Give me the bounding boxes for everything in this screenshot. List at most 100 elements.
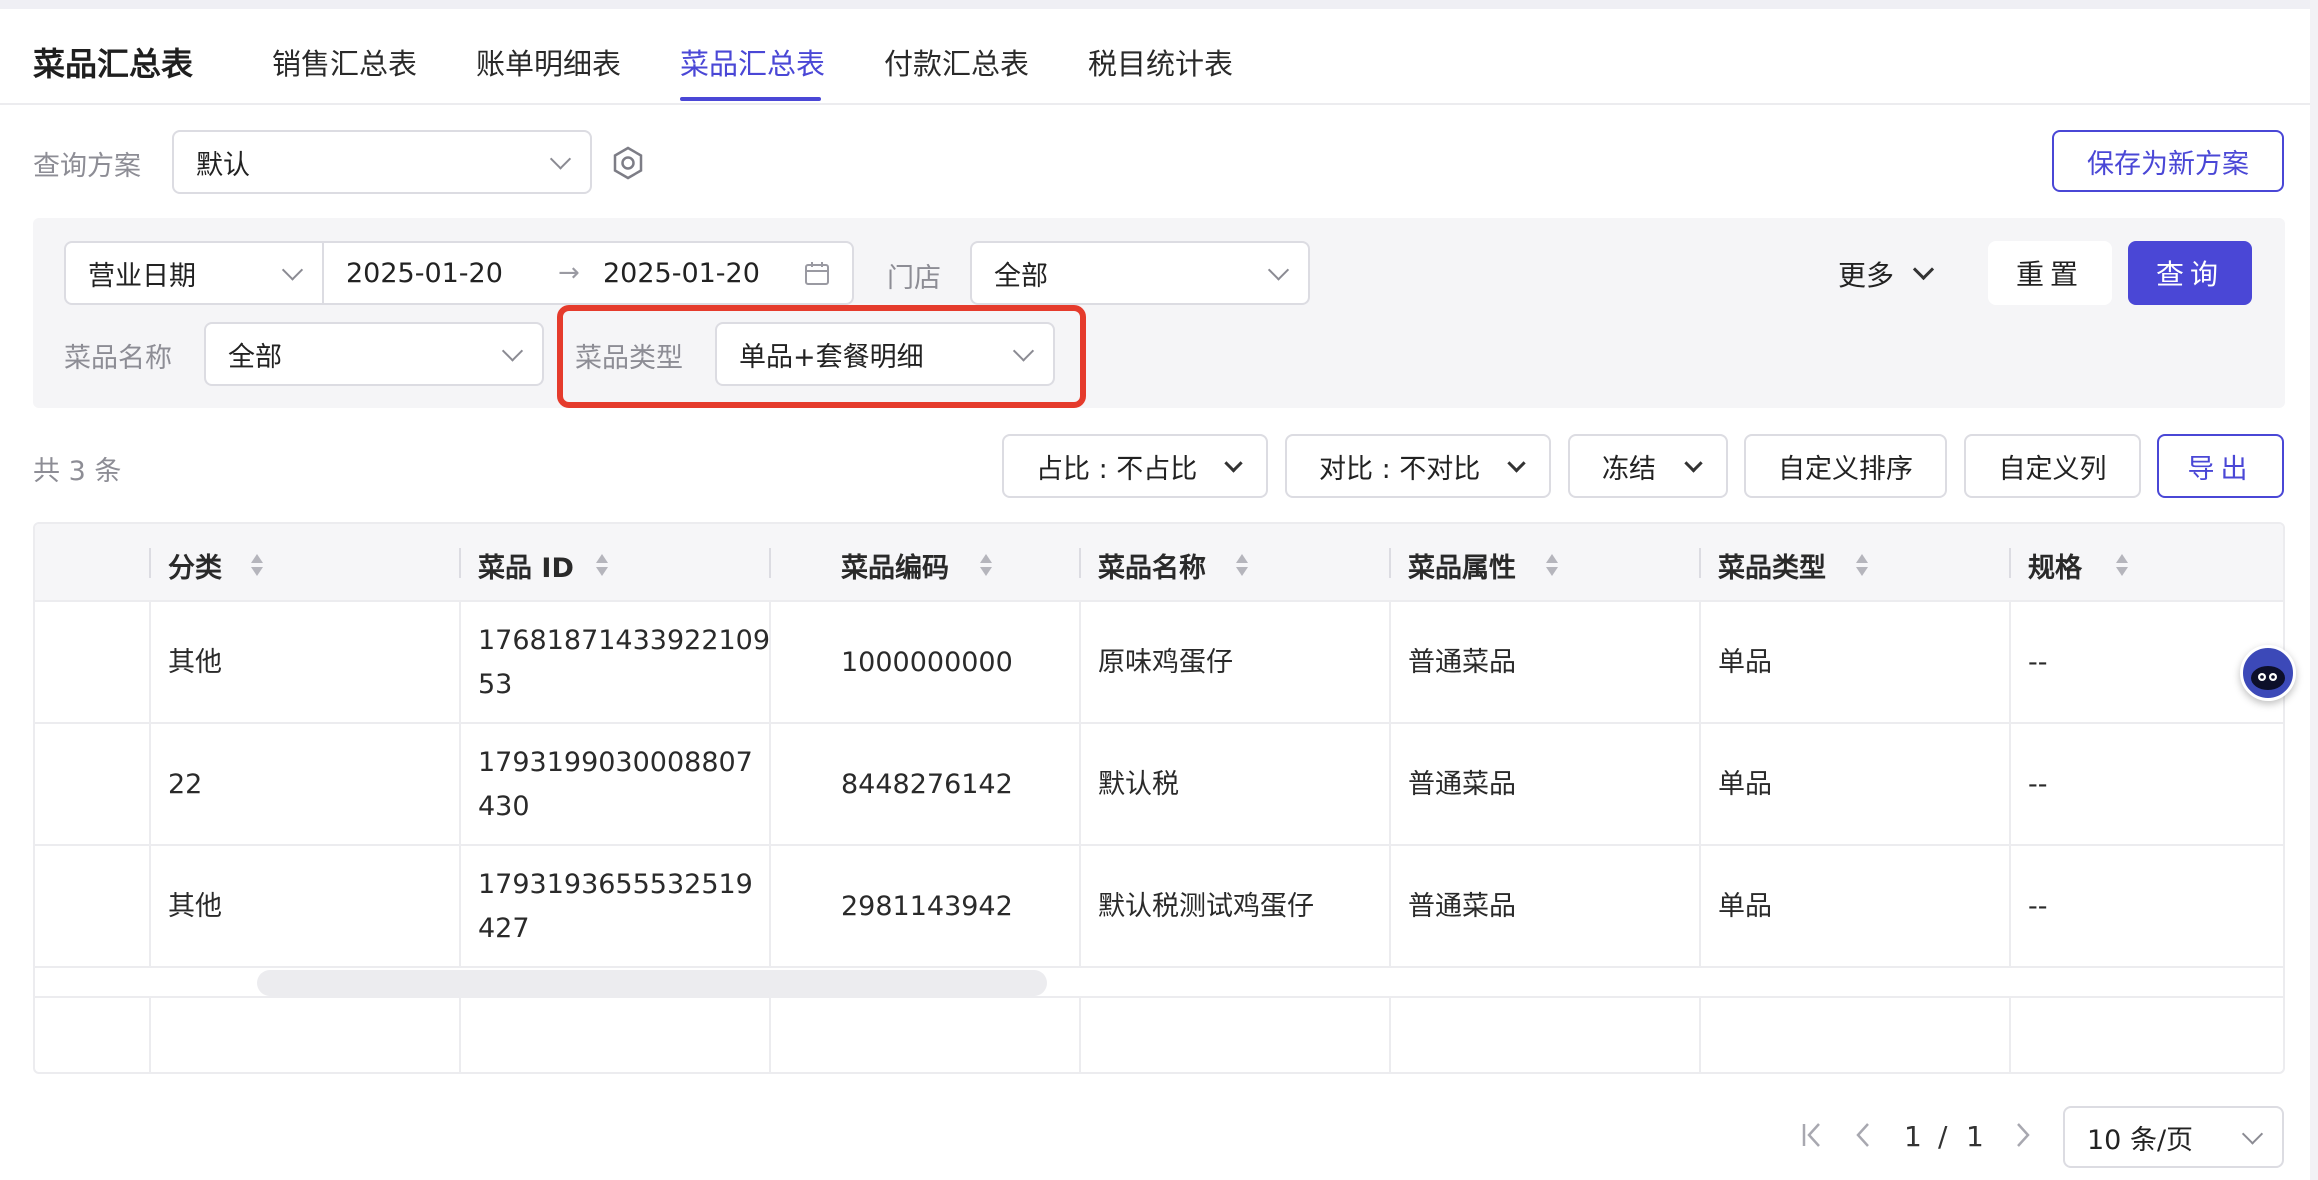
column-divider	[149, 548, 151, 578]
current-page: 1	[1904, 1120, 1922, 1153]
scheme-select[interactable]: 默认	[172, 130, 592, 194]
total-pages: 1	[1966, 1120, 1984, 1153]
robot-face-icon	[2251, 666, 2285, 690]
column-divider	[1079, 548, 1081, 578]
column-header-spec[interactable]: 规格	[2028, 546, 2082, 585]
chevron-down-icon	[1267, 259, 1290, 281]
sort-icon[interactable]	[595, 552, 609, 578]
sort-icon[interactable]	[979, 552, 993, 578]
cell-dish-id-continued: 430	[478, 791, 530, 822]
ratio-label: 占比 : 不占比	[1036, 453, 1198, 485]
custom-columns-button[interactable]: 自定义列	[1964, 434, 2141, 498]
horizontal-scrollbar[interactable]	[257, 970, 1047, 996]
first-page-icon[interactable]	[1800, 1120, 1826, 1150]
page-size-select[interactable]: 10 条/页	[2063, 1106, 2284, 1168]
ratio-dropdown[interactable]: 占比 : 不占比	[1002, 434, 1268, 498]
cell-dish-name: 原味鸡蛋仔	[1098, 647, 1233, 678]
prev-page-icon[interactable]	[1850, 1120, 1876, 1150]
chevron-down-icon	[549, 148, 572, 170]
tab-sales-summary[interactable]: 销售汇总表	[272, 41, 417, 103]
chevron-down-icon	[2241, 1123, 2264, 1145]
tab-tax-statistics[interactable]: 税目统计表	[1088, 41, 1233, 103]
top-strip	[0, 0, 2318, 9]
page-separator: /	[1938, 1120, 1948, 1153]
cell-dish-id: 1793193655532519	[478, 869, 753, 900]
scheme-value: 默认	[196, 149, 250, 181]
sort-icon[interactable]	[1235, 552, 1249, 578]
chevron-down-icon	[281, 259, 304, 281]
highlight-annotation	[557, 305, 1086, 408]
save-new-scheme-button[interactable]: 保存为新方案	[2052, 130, 2284, 192]
tab-payment-summary[interactable]: 付款汇总表	[884, 41, 1029, 103]
sort-icon[interactable]	[2115, 552, 2129, 578]
cell-category: 其他	[168, 891, 222, 922]
column-header-dish-attribute[interactable]: 菜品属性	[1408, 546, 1516, 585]
dish-name-select[interactable]: 全部	[204, 322, 544, 386]
date-end[interactable]: 2025-01-20	[603, 258, 760, 289]
sort-icon[interactable]	[1855, 552, 1869, 578]
export-button[interactable]: 导出	[2157, 434, 2284, 498]
store-label: 门店	[887, 263, 941, 294]
cell-dish-code: 2981143942	[841, 891, 1013, 922]
cell-dish-code: 1000000000	[841, 647, 1013, 678]
reset-button[interactable]: 重置	[1988, 241, 2112, 305]
column-header-category[interactable]: 分类	[168, 546, 222, 585]
cell-dish-id: 1793199030008807	[478, 747, 753, 778]
cell-dish-name: 默认税测试鸡蛋仔	[1098, 891, 1314, 922]
column-header-dish-id[interactable]: 菜品 ID	[478, 546, 574, 585]
assistant-avatar-icon[interactable]	[2240, 645, 2296, 701]
freeze-dropdown[interactable]: 冻结	[1568, 434, 1728, 498]
compare-dropdown[interactable]: 对比 : 不对比	[1285, 434, 1551, 498]
date-range-picker[interactable]: 营业日期 2025-01-20 → 2025-01-20	[64, 241, 854, 305]
settings-icon[interactable]	[610, 145, 646, 181]
chevron-down-icon	[1912, 258, 1935, 280]
sort-icon[interactable]	[1545, 552, 1559, 578]
column-divider	[459, 548, 461, 578]
freeze-label: 冻结	[1602, 453, 1656, 485]
more-label: 更多	[1838, 259, 1895, 292]
right-strip	[2310, 0, 2318, 1180]
date-type-value: 营业日期	[88, 260, 196, 292]
table-row[interactable]: 其他 1793193655532519 427 2981143942 默认税测试…	[35, 846, 2283, 968]
column-divider	[1699, 548, 1701, 578]
cell-category: 22	[168, 769, 203, 800]
chevron-down-icon	[1684, 454, 1703, 473]
calendar-icon[interactable]	[804, 261, 830, 287]
table-row[interactable]: 其他 17681871433922109 53 1000000000 原味鸡蛋仔…	[35, 602, 2283, 724]
query-button[interactable]: 查询	[2128, 241, 2252, 305]
column-header-dish-type[interactable]: 菜品类型	[1718, 546, 1826, 585]
date-start[interactable]: 2025-01-20	[346, 258, 503, 289]
column-header-dish-name[interactable]: 菜品名称	[1098, 546, 1206, 585]
tab-bill-details[interactable]: 账单明细表	[476, 41, 621, 103]
date-type-select[interactable]: 营业日期	[66, 243, 324, 303]
chevron-down-icon	[1224, 454, 1243, 473]
page-size-value: 10 条/页	[2087, 1124, 2194, 1156]
chevron-down-icon	[501, 340, 524, 362]
cell-dish-attribute: 普通菜品	[1408, 647, 1516, 678]
cell-dish-attribute: 普通菜品	[1408, 769, 1516, 800]
column-header-dish-code[interactable]: 菜品编码	[841, 546, 949, 585]
table-row[interactable]: 22 1793199030008807 430 8448276142 默认税 普…	[35, 724, 2283, 846]
cell-spec: --	[2028, 891, 2048, 922]
scheme-label: 查询方案	[33, 151, 141, 182]
cell-dish-code: 8448276142	[841, 769, 1013, 800]
tab-dish-summary[interactable]: 菜品汇总表	[680, 41, 825, 103]
cell-dish-type: 单品	[1718, 891, 1772, 922]
sort-icon[interactable]	[250, 552, 264, 578]
page-title: 菜品汇总表	[33, 45, 194, 83]
cell-category: 其他	[168, 647, 222, 678]
dish-name-label: 菜品名称	[64, 343, 172, 374]
cell-spec: --	[2028, 647, 2048, 678]
column-divider	[2009, 548, 2011, 578]
column-divider	[769, 548, 771, 578]
custom-sort-button[interactable]: 自定义排序	[1744, 434, 1947, 498]
cell-dish-id-continued: 427	[478, 913, 530, 944]
store-select[interactable]: 全部	[970, 241, 1310, 305]
store-value: 全部	[994, 260, 1048, 292]
cell-dish-type: 单品	[1718, 647, 1772, 678]
more-filters-button[interactable]: 更多	[1838, 252, 1935, 296]
cell-dish-type: 单品	[1718, 769, 1772, 800]
next-page-icon[interactable]	[2010, 1120, 2036, 1150]
report-header: 菜品汇总表 销售汇总表 账单明细表 菜品汇总表 付款汇总表 税目统计表	[0, 9, 2310, 105]
cell-spec: --	[2028, 769, 2048, 800]
